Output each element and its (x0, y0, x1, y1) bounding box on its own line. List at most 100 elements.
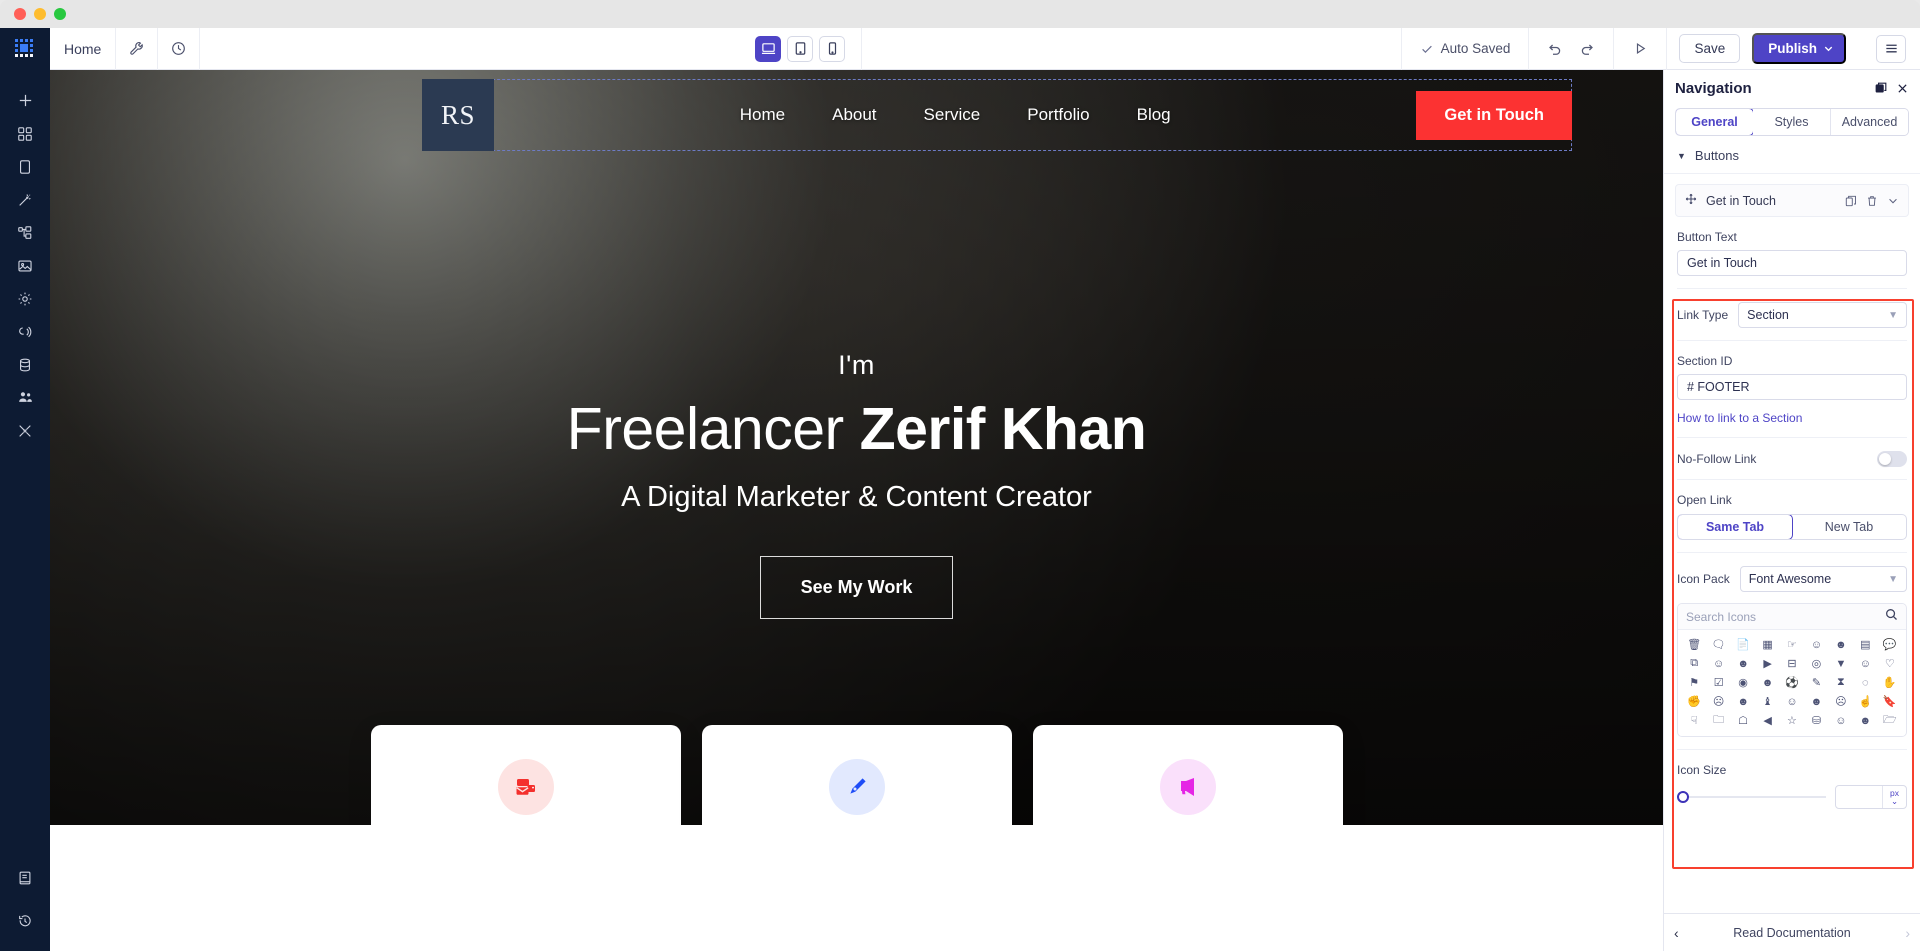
sidebar-item-media[interactable] (0, 249, 50, 282)
question-circle-icon[interactable]: ☹ (1706, 692, 1730, 711)
publish-button[interactable]: Publish (1752, 33, 1846, 64)
wrench-icon[interactable] (116, 27, 159, 70)
trash-icon[interactable] (1866, 195, 1878, 207)
surprise-icon[interactable]: ☻ (1755, 673, 1779, 692)
eye-slash-icon[interactable]: ◌ (1853, 673, 1877, 692)
trash-icon[interactable]: 🗑 (1682, 635, 1706, 654)
calendar-icon[interactable]: ▦ (1755, 635, 1779, 654)
nav-link-about[interactable]: About (832, 105, 876, 125)
device-mobile-button[interactable] (819, 35, 845, 62)
nav-link-home[interactable]: Home (740, 105, 785, 125)
icon-size-value[interactable] (1836, 786, 1882, 808)
sidebar-item-design[interactable] (0, 183, 50, 216)
service-card-affiliate-marketing[interactable]: Affiliate Marketing Early adopters holy … (1032, 725, 1343, 825)
icon-size-numberbox[interactable]: px ⌄ (1835, 785, 1907, 809)
hand-point-down-icon[interactable]: ☟ (1682, 711, 1706, 730)
buttons-section-header[interactable]: ▼ Buttons (1664, 136, 1920, 174)
grin-icon[interactable]: ☻ (1829, 635, 1853, 654)
window-maximize-button[interactable] (54, 8, 66, 20)
user-icon[interactable]: ☖ (1731, 711, 1755, 730)
clock-icon[interactable] (158, 27, 201, 70)
edit-icon[interactable]: ✎ (1804, 673, 1828, 692)
grin-hearts-icon[interactable]: ☻ (1731, 654, 1755, 673)
grin-beam-icon[interactable]: ☺ (1780, 692, 1804, 711)
sidebar-item-docs[interactable] (0, 861, 50, 894)
window-close-button[interactable] (14, 8, 26, 20)
copy-icon[interactable]: ⧉ (1682, 654, 1706, 673)
close-icon[interactable] (1896, 82, 1909, 95)
device-desktop-button[interactable] (755, 35, 781, 62)
copy-icon[interactable] (1845, 195, 1857, 207)
sidebar-item-widgets[interactable] (0, 117, 50, 150)
button-item-get-in-touch[interactable]: Get in Touch (1675, 184, 1909, 217)
chess-bishop-icon[interactable]: ♝ (1755, 692, 1779, 711)
file-icon[interactable]: 📄 (1731, 635, 1755, 654)
app-logo[interactable] (0, 27, 50, 70)
folder-icon[interactable]: 🗀 (1706, 711, 1730, 730)
site-logo[interactable]: RS (422, 79, 494, 151)
sidebar-item-integrations[interactable] (0, 315, 50, 348)
laugh-icon[interactable]: ☻ (1853, 711, 1877, 730)
hand-rock-icon[interactable]: ✊ (1682, 692, 1706, 711)
sidebar-item-database[interactable] (0, 348, 50, 381)
undo-icon[interactable] (1541, 35, 1569, 63)
open-link-same-tab[interactable]: Same Tab (1678, 515, 1793, 539)
play-preview-icon[interactable] (1626, 35, 1654, 63)
window-minimize-button[interactable] (34, 8, 46, 20)
hero-section[interactable]: RS Home About Service Portfolio Blog Get… (50, 70, 1663, 825)
frown-open-icon[interactable]: ☻ (1731, 692, 1755, 711)
folder-open-icon[interactable]: 🗁 (1878, 711, 1902, 730)
tab-general[interactable]: General (1676, 109, 1754, 135)
smile-icon[interactable]: ☺ (1804, 635, 1828, 654)
star-icon[interactable]: ☆ (1780, 711, 1804, 730)
sidebar-item-revisions[interactable] (0, 904, 50, 937)
sidebar-item-add[interactable] (0, 84, 50, 117)
see-my-work-button[interactable]: See My Work (759, 556, 954, 619)
nav-link-service[interactable]: Service (924, 105, 981, 125)
nav-link-blog[interactable]: Blog (1137, 105, 1171, 125)
tab-advanced[interactable]: Advanced (1831, 109, 1908, 135)
button-text-input[interactable] (1677, 250, 1907, 276)
save-button[interactable]: Save (1679, 34, 1741, 63)
hand-point-up-icon[interactable]: ☝ (1853, 692, 1877, 711)
sidebar-item-settings[interactable] (0, 282, 50, 315)
hand-paper-icon[interactable]: ✋ (1878, 673, 1902, 692)
section-id-input[interactable] (1677, 374, 1907, 400)
play-square-icon[interactable]: ▶ (1755, 654, 1779, 673)
site-navigation[interactable]: RS Home About Service Portfolio Blog Get… (422, 79, 1572, 151)
how-to-link-to-section-link[interactable]: How to link to a Section (1677, 411, 1907, 425)
chevron-right-icon[interactable]: › (1905, 925, 1910, 941)
icon-pack-select[interactable]: Font Awesome ▼ (1739, 566, 1907, 592)
sidebar-item-structure[interactable] (0, 216, 50, 249)
compass-icon[interactable]: ◎ (1804, 654, 1828, 673)
get-in-touch-button[interactable]: Get in Touch (1416, 90, 1572, 140)
frown-icon[interactable]: ☹ (1829, 692, 1853, 711)
check-square-icon[interactable]: ☑ (1706, 673, 1730, 692)
icon-search-row[interactable]: Search Icons (1678, 604, 1906, 630)
chevron-down-icon[interactable] (1887, 195, 1899, 207)
comment-icon[interactable]: 🗨 (1706, 635, 1730, 654)
open-link-new-tab[interactable]: New Tab (1792, 515, 1906, 539)
layers-duplicate-icon[interactable] (1874, 81, 1888, 95)
sidebar-item-team[interactable] (0, 381, 50, 414)
icon-size-slider[interactable] (1677, 790, 1826, 804)
sidebar-item-tools[interactable] (0, 414, 50, 447)
grin-tongue-icon[interactable]: ☺ (1706, 654, 1730, 673)
service-card-email-marketing[interactable]: Email Marketing Early adopters holy grai… (370, 725, 681, 825)
bookmark-icon[interactable]: 🔖 (1878, 692, 1902, 711)
search-icon[interactable] (1885, 608, 1898, 626)
comments-icon[interactable]: 💬 (1878, 635, 1902, 654)
caret-square-left-icon[interactable]: ◀ (1755, 711, 1779, 730)
device-tablet-button[interactable] (787, 35, 813, 62)
hamburger-menu-icon[interactable] (1876, 34, 1906, 63)
caret-square-down-icon[interactable]: ▼ (1829, 654, 1853, 673)
flag-icon[interactable]: ⚑ (1682, 673, 1706, 692)
building-icon[interactable]: ⛁ (1804, 711, 1828, 730)
address-card-icon[interactable]: ▤ (1853, 635, 1877, 654)
hand-point-right-icon[interactable]: ☞ (1780, 635, 1804, 654)
smile-beam-icon[interactable]: ☺ (1829, 711, 1853, 730)
dot-circle-icon[interactable]: ◉ (1731, 673, 1755, 692)
link-type-select[interactable]: Section ▼ (1738, 302, 1907, 328)
service-card-content-writing[interactable]: Content Writing Early adopters holy grai… (701, 725, 1012, 825)
nav-link-portfolio[interactable]: Portfolio (1027, 105, 1089, 125)
